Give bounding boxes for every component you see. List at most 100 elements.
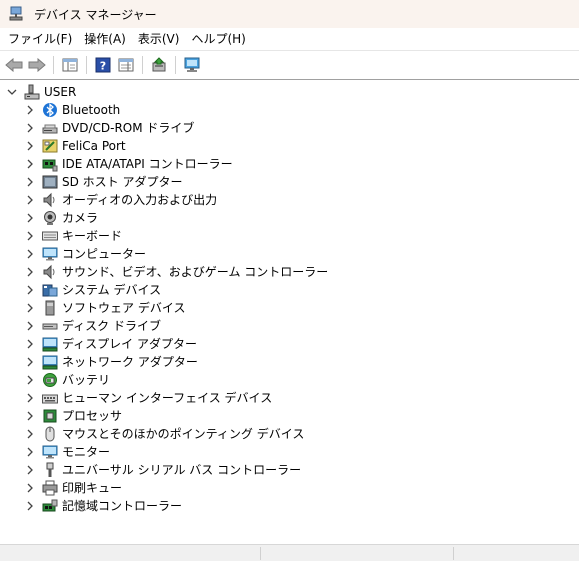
sound-icon <box>42 264 58 280</box>
tree-category-row[interactable]: モニター <box>24 443 110 461</box>
properties-button[interactable] <box>116 55 136 75</box>
tree-category-label: コンピューター <box>62 247 147 261</box>
tree-category-row[interactable]: ディスプレイ アダプター <box>24 335 197 353</box>
chevron-right-icon[interactable] <box>24 302 36 314</box>
tree-category-row[interactable]: キーボード <box>24 227 122 245</box>
forward-button[interactable] <box>27 55 47 75</box>
menu-help[interactable]: ヘルプ(H) <box>185 28 251 50</box>
chevron-right-icon[interactable] <box>24 482 36 494</box>
chevron-right-icon[interactable] <box>24 356 36 368</box>
monitor-icon <box>42 444 58 460</box>
tree-category-row[interactable]: ソフトウェア デバイス <box>24 299 185 317</box>
tree-category-row[interactable]: ディスク ドライブ <box>24 317 161 335</box>
chevron-right-icon[interactable] <box>24 428 36 440</box>
toolbar-separator <box>53 55 54 74</box>
tree-category-row[interactable]: SD ホスト アダプター <box>24 173 183 191</box>
toolbar-separator <box>142 55 143 74</box>
tree-category-row[interactable]: システム デバイス <box>24 281 161 299</box>
chevron-right-icon[interactable] <box>24 320 36 332</box>
tree-category-row[interactable]: DVD/CD-ROM ドライブ <box>24 119 194 137</box>
chevron-right-icon[interactable] <box>24 176 36 188</box>
chevron-right-icon[interactable] <box>24 158 36 170</box>
status-bar-divider <box>453 547 454 560</box>
tree-category-label: SD ホスト アダプター <box>62 175 183 189</box>
hid-icon <box>42 390 58 406</box>
arrow-left-icon <box>5 57 23 72</box>
chevron-right-icon[interactable] <box>24 212 36 224</box>
network-adapter-icon <box>42 354 58 370</box>
tree-category-row[interactable]: カメラ <box>24 209 98 227</box>
keyboard-icon <box>42 228 58 244</box>
chevron-right-icon[interactable] <box>24 500 36 512</box>
device-tree: USER Bluetooth DVD/CD-ROM ドライブ FeliCa Port… <box>0 79 579 544</box>
tree-category-row[interactable]: バッテリ <box>24 371 110 389</box>
chevron-right-icon[interactable] <box>24 104 36 116</box>
title-bar: デバイス マネージャー <box>0 0 579 28</box>
tree-category-row[interactable]: プロセッサ <box>24 407 122 425</box>
tree-category-label: ソフトウェア デバイス <box>62 301 186 315</box>
back-button[interactable] <box>4 55 24 75</box>
system-devices-icon <box>42 282 58 298</box>
menu-file[interactable]: ファイル(F) <box>2 28 78 50</box>
chevron-down-icon[interactable] <box>6 86 18 98</box>
chevron-right-icon[interactable] <box>24 338 36 350</box>
chevron-right-icon[interactable] <box>24 230 36 242</box>
help-icon: ? <box>95 57 111 72</box>
tree-category-label: システム デバイス <box>62 283 162 297</box>
chevron-right-icon[interactable] <box>24 464 36 476</box>
tree-category-row[interactable]: 記憶域コントローラー <box>24 497 182 515</box>
update-driver-icon <box>152 56 166 71</box>
window-title: デバイス マネージャー <box>34 7 157 22</box>
tree-category-row[interactable]: IDE ATA/ATAPI コントローラー <box>24 155 233 173</box>
tree-category-row[interactable]: サウンド、ビデオ、およびゲーム コントローラー <box>24 263 328 281</box>
chevron-right-icon[interactable] <box>24 140 36 152</box>
camera-icon <box>42 210 58 226</box>
show-hide-console-tree-button[interactable] <box>60 55 80 75</box>
menu-bar: ファイル(F) 操作(A) 表示(V) ヘルプ(H) <box>0 28 579 50</box>
chevron-right-icon[interactable] <box>24 266 36 278</box>
chevron-right-icon[interactable] <box>24 410 36 422</box>
tree-category-row[interactable]: Bluetooth <box>24 101 120 119</box>
tree-category-row[interactable]: マウスとそのほかのポインティング デバイス <box>24 425 304 443</box>
menu-action[interactable]: 操作(A) <box>78 28 132 50</box>
usb-icon <box>42 462 58 478</box>
tree-category-row[interactable]: FeliCa Port <box>24 137 126 155</box>
menu-view[interactable]: 表示(V) <box>132 28 186 50</box>
mouse-icon <box>42 426 58 442</box>
tree-category-row[interactable]: オーディオの入力および出力 <box>24 191 217 209</box>
chevron-right-icon[interactable] <box>24 122 36 134</box>
storage-controller-icon <box>42 498 58 514</box>
scan-hardware-button[interactable] <box>182 55 202 75</box>
chevron-right-icon[interactable] <box>24 392 36 404</box>
software-device-icon <box>42 300 58 316</box>
tree-category-label: Bluetooth <box>62 103 121 117</box>
processor-icon <box>42 408 58 424</box>
tree-category-row[interactable]: ユニバーサル シリアル バス コントローラー <box>24 461 301 479</box>
tree-category-row[interactable]: ネットワーク アダプター <box>24 353 198 371</box>
tree-category-row[interactable]: コンピューター <box>24 245 146 263</box>
update-driver-button[interactable] <box>149 55 169 75</box>
tree-category-label: ディスプレイ アダプター <box>62 337 197 351</box>
disk-drive-icon <box>42 318 58 334</box>
tree-category-row[interactable]: 印刷キュー <box>24 479 122 497</box>
battery-icon <box>42 372 58 388</box>
speaker-icon <box>42 192 58 208</box>
chevron-right-icon[interactable] <box>24 446 36 458</box>
status-bar-divider <box>260 547 261 560</box>
tree-category-label: ネットワーク アダプター <box>62 355 198 369</box>
chevron-right-icon[interactable] <box>24 194 36 206</box>
console-tree-icon <box>62 58 78 71</box>
tree-root-label: USER <box>44 85 77 99</box>
tree-category-label: オーディオの入力および出力 <box>62 193 218 207</box>
tree-root[interactable]: USER <box>6 83 76 101</box>
dvd-drive-icon <box>42 120 58 136</box>
tree-category-label: DVD/CD-ROM ドライブ <box>62 121 195 135</box>
tree-category-label: FeliCa Port <box>62 139 126 153</box>
help-button[interactable]: ? <box>93 55 113 75</box>
tree-category-label: マウスとそのほかのポインティング デバイス <box>62 427 305 441</box>
chevron-right-icon[interactable] <box>24 248 36 260</box>
tree-category-row[interactable]: ヒューマン インターフェイス デバイス <box>24 389 272 407</box>
tree-category-label: プロセッサ <box>62 409 123 423</box>
chevron-right-icon[interactable] <box>24 284 36 296</box>
chevron-right-icon[interactable] <box>24 374 36 386</box>
